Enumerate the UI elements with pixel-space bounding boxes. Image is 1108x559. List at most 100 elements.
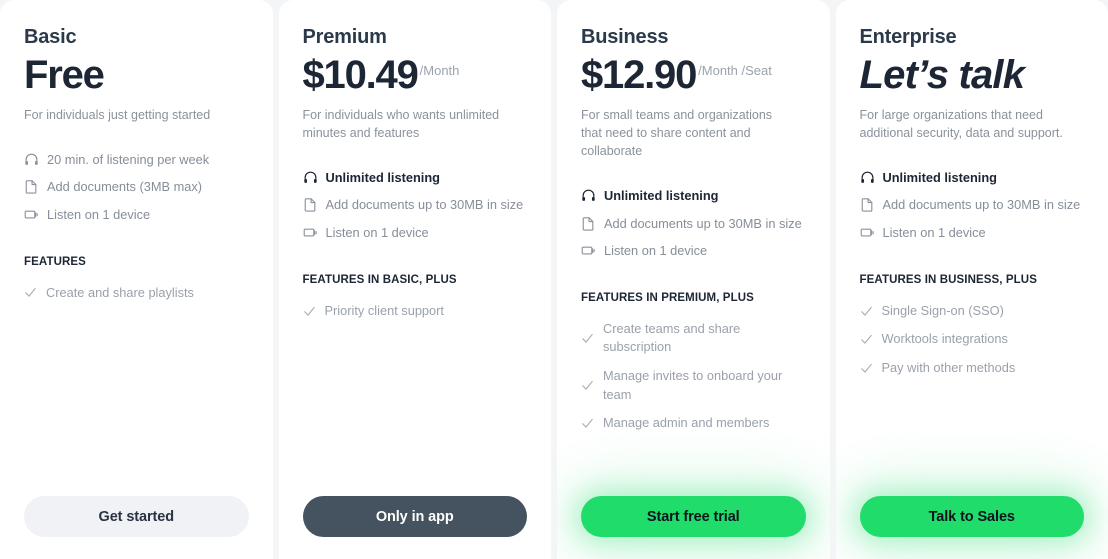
cta-button-business[interactable]: Start free trial xyxy=(581,496,806,537)
check-icon xyxy=(860,305,873,318)
feature-item: Single Sign-on (SSO) xyxy=(860,302,1085,321)
spacer-above-core-features xyxy=(303,142,528,168)
feature-label: Manage admin and members xyxy=(603,415,770,431)
core-feature-item: Unlimited listening xyxy=(303,168,528,187)
cta-button-premium[interactable]: Only in app xyxy=(302,496,527,537)
cta-container: Only in app xyxy=(302,496,527,559)
core-feature-item: Unlimited listening xyxy=(860,168,1085,187)
feature-item: Manage admin and members xyxy=(581,414,806,433)
card-content: Business $12.90/Month /Seat For small team… xyxy=(581,24,806,559)
core-feature-item: Add documents up to 30MB in size xyxy=(581,214,806,233)
core-feature-item: Listen on 1 device xyxy=(24,205,249,224)
core-feature-list: Unlimited listening Add documents up to 3… xyxy=(303,168,528,250)
headphones-icon xyxy=(581,188,596,203)
device-icon xyxy=(303,225,318,240)
price-unit: /Month xyxy=(419,63,460,78)
feature-label: Single Sign-on (SSO) xyxy=(881,302,1004,318)
document-icon xyxy=(24,179,39,194)
plan-tagline: For large organizations that need additi… xyxy=(859,108,1063,141)
core-feature-label: Add documents up to 30MB in size xyxy=(882,197,1081,213)
price-row: $10.49/Month xyxy=(303,54,528,100)
core-feature-item: Listen on 1 device xyxy=(303,223,528,242)
features-heading: FEATURES IN BUSINESS, PLUS xyxy=(859,273,1037,286)
check-icon xyxy=(581,332,594,345)
flex-spacer xyxy=(581,443,806,496)
card-content: Basic Free For individuals just getting st… xyxy=(24,24,249,559)
pricing-card-list: Basic Free For individuals just getting st… xyxy=(0,0,1108,559)
spacer-above-core-features xyxy=(24,124,249,150)
cta-container: Talk to Sales xyxy=(859,496,1084,559)
core-feature-item: Add documents up to 30MB in size xyxy=(303,195,528,214)
features-heading: FEATURES IN BASIC, PLUS xyxy=(302,273,457,286)
core-feature-list: 20 min. of listening per week Add documen… xyxy=(24,150,249,232)
headphones-icon xyxy=(303,170,318,185)
document-icon xyxy=(303,197,318,213)
cta-button-enterprise[interactable]: Talk to Sales xyxy=(859,496,1084,537)
headphones-icon xyxy=(24,152,39,167)
check-icon xyxy=(860,333,873,346)
flex-spacer xyxy=(860,387,1085,496)
core-feature-label: Add documents up to 30MB in size xyxy=(325,197,524,213)
price-unit: /Month /Seat xyxy=(698,63,772,78)
check-icon xyxy=(303,305,316,318)
check-icon xyxy=(581,417,594,430)
card-content: Enterprise Let’s talk For large organizati… xyxy=(859,24,1085,559)
core-feature-list: Unlimited listening Add documents up to 3… xyxy=(581,186,806,268)
feature-list: Create teams and share subscription Manag… xyxy=(581,320,806,443)
plan-price: $10.49 xyxy=(302,53,419,97)
plan-price: Free xyxy=(24,53,105,97)
check-icon xyxy=(24,286,37,299)
core-feature-item: Unlimited listening xyxy=(581,186,806,205)
features-heading: FEATURES IN PREMIUM, PLUS xyxy=(581,291,754,304)
feature-label: Worktools integrations xyxy=(881,331,1008,347)
feature-item: Manage invites to onboard your team xyxy=(581,367,806,404)
feature-label: Create teams and share subscription xyxy=(603,320,741,355)
flex-spacer xyxy=(24,312,249,496)
feature-item: Create and share playlists xyxy=(24,284,249,303)
pricing-page: Basic Free For individuals just getting st… xyxy=(0,0,1108,559)
document-icon xyxy=(581,216,596,231)
pricing-card-basic: Basic Free For individuals just getting st… xyxy=(0,0,273,559)
plan-price: Let’s talk xyxy=(859,53,1025,97)
device-icon xyxy=(24,207,39,222)
core-feature-label: Listen on 1 device xyxy=(604,242,708,258)
feature-label: Priority client support xyxy=(324,302,444,318)
spacer-above-core-features xyxy=(581,160,806,186)
core-feature-item: Listen on 1 device xyxy=(581,241,806,260)
plan-name: Enterprise xyxy=(859,26,957,48)
spacer-above-features-heading xyxy=(860,250,1085,274)
plan-name: Premium xyxy=(302,26,387,48)
cta-button-basic[interactable]: Get started xyxy=(24,496,249,537)
feature-label: Pay with other methods xyxy=(881,359,1016,375)
cta-container: Get started xyxy=(24,496,249,559)
core-feature-label: Unlimited listening xyxy=(882,170,997,186)
spacer-above-features-heading xyxy=(24,232,249,256)
plan-price: $12.90 xyxy=(581,53,697,97)
core-feature-label: Unlimited listening xyxy=(325,170,440,186)
plan-name: Business xyxy=(581,26,669,48)
core-feature-item: Add documents (3MB max) xyxy=(24,177,249,196)
core-feature-label: Add documents (3MB max) xyxy=(47,179,203,195)
spacer-above-core-features xyxy=(860,142,1085,168)
pricing-card-premium: Premium $10.49/Month For individuals who w… xyxy=(278,0,551,559)
core-feature-item: Listen on 1 device xyxy=(860,223,1085,242)
headphones-icon xyxy=(860,170,875,185)
plan-tagline: For small teams and organizations that n… xyxy=(581,108,773,159)
price-row: Let’s talk xyxy=(860,54,1085,100)
core-feature-label: Listen on 1 device xyxy=(882,224,986,240)
price-row: $12.90/Month /Seat xyxy=(581,54,806,100)
device-icon xyxy=(581,243,596,258)
feature-label: Manage invites to onboard your team xyxy=(603,368,783,402)
cta-container: Start free trial xyxy=(581,496,806,559)
core-feature-label: Unlimited listening xyxy=(604,188,719,204)
core-feature-label: Add documents up to 30MB in size xyxy=(604,215,802,231)
feature-item: Priority client support xyxy=(303,302,528,321)
plan-tagline: For individuals who wants unlimited minu… xyxy=(302,108,500,141)
feature-item: Worktools integrations xyxy=(860,330,1085,349)
feature-list: Priority client support xyxy=(303,302,528,331)
core-feature-list: Unlimited listening Add documents up to 3… xyxy=(860,168,1085,250)
plan-tagline: For individuals just getting started xyxy=(24,108,211,122)
spacer-above-features-heading xyxy=(303,250,528,274)
feature-list: Single Sign-on (SSO) Worktools integratio… xyxy=(860,302,1085,388)
check-icon xyxy=(581,379,594,392)
